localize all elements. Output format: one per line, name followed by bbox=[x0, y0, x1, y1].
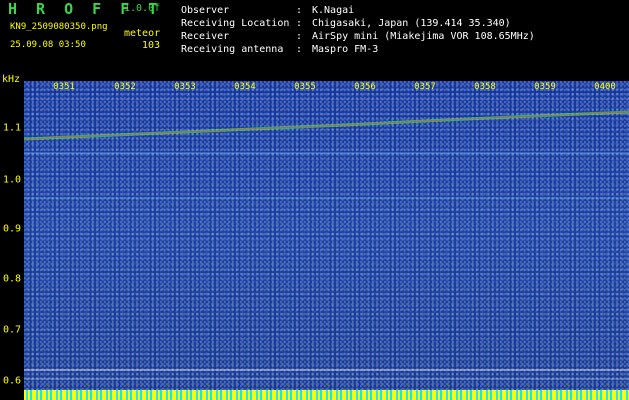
y-tick-0-7: 0.7 bbox=[3, 324, 22, 336]
y-tick-1-0: 1.0 bbox=[3, 174, 22, 186]
antenna-colon: : bbox=[296, 44, 303, 55]
x-tick-0355: 0355 bbox=[294, 82, 316, 92]
y-axis-unit: kHz bbox=[2, 74, 21, 85]
waterfall-overlay bbox=[24, 98, 629, 380]
x-tick-0351: 0351 bbox=[53, 82, 75, 92]
y-tick-0-6: 0.6 bbox=[3, 375, 22, 387]
y-tick-1-1: 1.1 bbox=[3, 122, 22, 134]
location-colon: : bbox=[296, 18, 303, 29]
x-tick-0354: 0354 bbox=[234, 82, 256, 92]
x-tick-0400: 0400 bbox=[594, 82, 616, 92]
spectrogram-window: H R O F F T 1.0.0f KN9_2509080350.png me… bbox=[0, 0, 629, 400]
observer-colon: : bbox=[296, 5, 303, 16]
receiver-value: AirSpy mini (Miakejima VOR 108.65MHz) bbox=[312, 31, 535, 42]
count-label: 103 bbox=[142, 40, 161, 51]
x-tick-0357: 0357 bbox=[414, 82, 436, 92]
observer-row: Observer : K.Nagai bbox=[181, 4, 535, 17]
y-tick-0-9: 0.9 bbox=[3, 223, 22, 235]
header-panel: H R O F F T 1.0.0f KN9_2509080350.png me… bbox=[0, 0, 629, 74]
x-tick-0358: 0358 bbox=[474, 82, 496, 92]
observer-value: K.Nagai bbox=[312, 5, 355, 16]
location-row: Receiving Location : Chigasaki, Japan (1… bbox=[181, 17, 535, 30]
receiver-row: Receiver : AirSpy mini (Miakejima VOR 10… bbox=[181, 30, 535, 43]
antenna-value: Maspro FM-3 bbox=[312, 44, 379, 55]
event-type-label: meteor bbox=[124, 28, 161, 39]
x-tick-0352: 0352 bbox=[114, 82, 136, 92]
receiver-colon: : bbox=[296, 31, 303, 42]
observer-label: Observer bbox=[181, 5, 230, 16]
filename-label: KN9_2509080350.png bbox=[10, 22, 108, 32]
antenna-label: Receiving antenna bbox=[181, 44, 284, 55]
datetime-label: 25.09.08 03:50 bbox=[10, 40, 86, 50]
waterfall-display bbox=[24, 81, 629, 400]
x-tick-0356: 0356 bbox=[354, 82, 376, 92]
location-label: Receiving Location bbox=[181, 18, 290, 29]
version-label: 1.0.0f bbox=[124, 3, 161, 14]
meteor-trace-core bbox=[24, 111, 629, 140]
metadata-table: Observer : K.Nagai Receiving Location : … bbox=[181, 4, 535, 56]
bottom-signal-strip bbox=[24, 390, 629, 400]
location-value: Chigasaki, Japan (139.414 35.340) bbox=[312, 18, 511, 29]
antenna-row: Receiving antenna : Maspro FM-3 bbox=[181, 43, 535, 56]
x-tick-0359: 0359 bbox=[534, 82, 556, 92]
x-tick-0353: 0353 bbox=[174, 82, 196, 92]
receiver-label: Receiver bbox=[181, 31, 230, 42]
y-tick-0-8: 0.8 bbox=[3, 273, 22, 285]
